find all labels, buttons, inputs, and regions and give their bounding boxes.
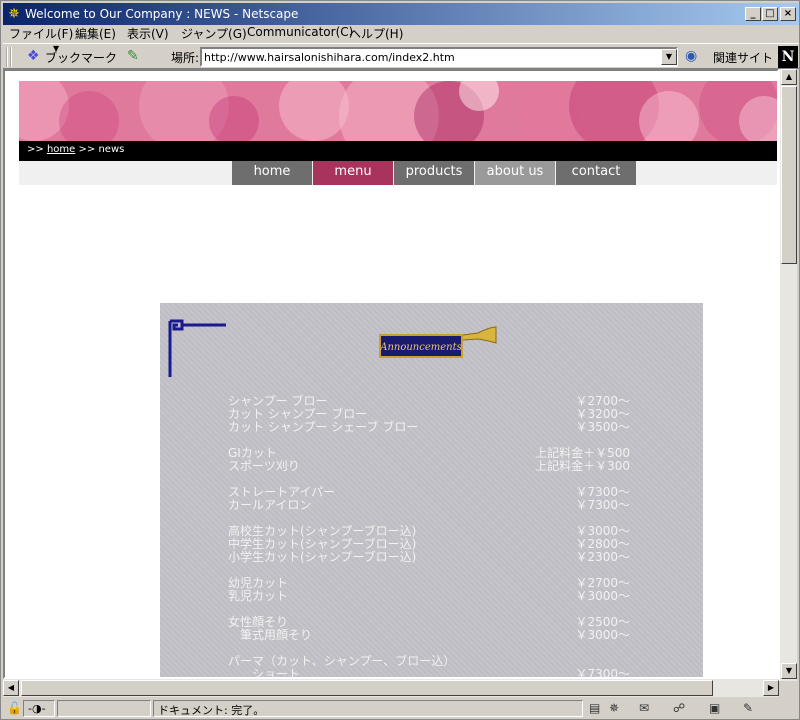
editor-icon[interactable]: ✎ [743,701,753,715]
composer-icon[interactable]: ▣ [709,701,720,715]
menu-communicator[interactable]: Communicator(C) [247,25,353,39]
menu-bar: ファイル(F) 編集(E) 表示(V) ジャンプ(G) Communicator… [3,25,799,43]
breadcrumb-separator: >> [78,144,96,155]
menu-file[interactable]: ファイル(F) [9,25,73,42]
nav-home[interactable]: home [232,161,312,185]
menu-help[interactable]: ヘルプ(H) [349,25,403,42]
breadcrumb-current: news [98,144,125,155]
toolbar-grip-handle[interactable] [6,47,12,67]
navigator-icon[interactable]: ✵ [609,701,619,715]
bookmark-icon[interactable]: ❖ [27,48,40,64]
close-button[interactable]: × [780,7,796,21]
breadcrumb-prefix: >> [27,144,44,155]
minimize-button[interactable]: _ [745,7,761,21]
newsgroup-icon[interactable]: ☍ [673,701,685,715]
price-item-name: カット シャンプー シェーブ ブロー [228,420,419,434]
vertical-scroll-thumb[interactable] [781,86,797,264]
related-sites-icon[interactable]: ◉ [685,48,697,64]
location-label: 場所: [171,51,200,65]
grip-icon: ▤ [589,701,601,715]
window-title: Welcome to Our Company : NEWS - Netscape [25,7,299,21]
title-bar[interactable]: ✵ Welcome to Our Company : NEWS - Netsca… [3,3,799,25]
bookmark-button[interactable]: ブックマーク [45,49,117,66]
location-toolbar: ❖ ▼ ブックマーク ✎ 場所: ▼ ◉ 関連サイト N [3,43,799,69]
nav-about-us[interactable]: about us [475,161,555,185]
horizontal-scrollbar[interactable]: ◀ ▶ [3,679,779,697]
menu-edit[interactable]: 編集(E) [75,25,116,42]
vertical-scrollbar[interactable]: ▲ ▼ [779,69,797,681]
nav-menu[interactable]: menu [313,161,393,185]
corner-ornament-icon [168,319,226,377]
price-item-name: 乳児カット [228,589,289,603]
browser-window: ✵ Welcome to Our Company : NEWS - Netsca… [0,0,800,720]
header-banner [19,81,777,141]
price-item-name: 小学生カット(シャンプーブロー込) [228,550,417,564]
breadcrumb-home-link[interactable]: home [47,144,75,155]
announcements-label: Announcements [379,342,462,353]
price-item-price: 上記料金＋￥300 [535,459,630,473]
announcements-trumpet-icon: Announcements [379,326,497,358]
netscape-app-icon: ✵ [8,6,20,22]
breadcrumb: >> home >> news [19,141,777,161]
progress-panel [57,700,151,717]
scroll-left-button[interactable]: ◀ [3,680,19,696]
menu-jump[interactable]: ジャンプ(G) [181,25,247,42]
related-sites-button[interactable]: 関連サイト [713,49,773,66]
price-item-price: ￥2300～ [575,550,630,564]
netscape-logo-icon[interactable]: N [778,46,798,68]
scroll-right-button[interactable]: ▶ [763,680,779,696]
scroll-down-button[interactable]: ▼ [781,663,797,679]
url-dropdown-button[interactable]: ▼ [661,49,677,65]
price-item-price: ￥3000～ [575,589,630,603]
maximize-button[interactable]: □ [762,7,778,21]
price-item-name: カールアイロン [228,498,312,512]
price-item-price: ￥3500～ [575,420,630,434]
site-nav: home menu products about us contact [19,161,777,185]
connection-indicator: -◑- [23,700,55,717]
menu-view[interactable]: 表示(V) [127,25,169,42]
price-item-name: スポーツ刈り [228,459,300,473]
price-item-price: ￥7300～ [575,667,630,679]
security-lock-icon[interactable]: 🔓 [7,701,22,715]
url-input[interactable] [200,47,678,67]
status-bar: 🔓 -◑- ドキュメント: 完了。 ▤ ✵ ✉ ☍ ▣ ✎ [3,698,799,719]
price-item-name: ショート [228,667,301,679]
price-item-price: ￥7300～ [575,498,630,512]
nav-products[interactable]: products [394,161,474,185]
price-panel: Announcements シャンプー ブロー ￥2700～ カット シャンプー ブ… [160,303,703,679]
mail-icon[interactable]: ✉ [639,701,649,715]
price-item-price: ￥3000～ [575,628,630,642]
horizontal-scroll-thumb[interactable] [21,680,713,696]
page-proxy-icon[interactable]: ✎ [127,48,139,64]
page-viewport: >> home >> news home menu products about… [3,69,779,679]
status-text: ドキュメント: 完了。 [153,700,583,717]
nav-contact[interactable]: contact [556,161,636,185]
price-item-name: 筆式用顔そり [228,628,313,642]
scroll-up-button[interactable]: ▲ [781,69,797,85]
